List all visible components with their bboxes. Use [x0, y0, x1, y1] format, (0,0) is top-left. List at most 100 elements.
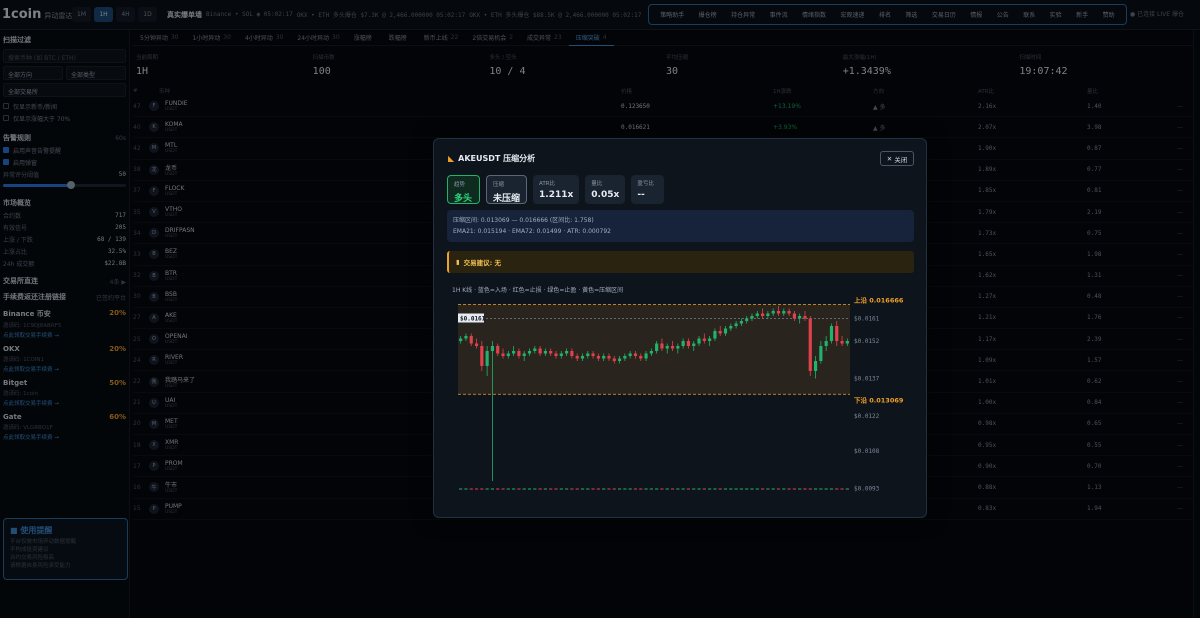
candle-body [522, 353, 526, 356]
volume-bar [649, 488, 653, 490]
badge-label: 量比 [591, 181, 603, 187]
candle-body [745, 318, 749, 321]
candle-body [692, 343, 696, 346]
volume-bar [644, 488, 648, 490]
volume-bar [543, 488, 547, 490]
candle-body [835, 326, 839, 341]
close-button[interactable]: ✕ 关闭 [880, 151, 914, 166]
candle-body [501, 353, 505, 356]
lower-bound-label: 下沿 0.013069 [854, 395, 904, 404]
volume-bar [474, 488, 479, 490]
candle-body [517, 351, 521, 356]
candle-body [639, 356, 643, 359]
candle-body [813, 361, 818, 371]
candle-body [845, 341, 849, 344]
upper-bound-label: 上沿 0.016666 [854, 297, 904, 304]
candle-body [607, 356, 611, 359]
volume-bar [480, 488, 484, 490]
volume-bar [729, 488, 733, 490]
badge-value: 多头 [454, 194, 473, 204]
candle-body [496, 346, 500, 354]
volume-bar [702, 488, 706, 490]
volume-bar [824, 488, 828, 490]
volume-bar [496, 488, 500, 490]
candle-body [697, 338, 701, 344]
candle-body [538, 348, 542, 354]
volume-bar [565, 488, 569, 490]
candle-body [840, 341, 844, 344]
volume-bar [750, 488, 754, 490]
candle-body [782, 311, 786, 314]
volume-bar [639, 488, 643, 490]
volume-bar [739, 488, 743, 490]
volume-bar [586, 488, 590, 490]
volume-bar [527, 488, 532, 490]
candle-body [490, 346, 495, 351]
close-icon: ✕ [886, 154, 893, 163]
volume-bar [485, 488, 489, 490]
candle-body [713, 331, 717, 339]
volume-bar [829, 488, 834, 490]
candle-body [718, 331, 722, 334]
volume-bar [570, 488, 574, 490]
candle-body [596, 356, 600, 359]
candle-body [559, 353, 563, 356]
volume-bar [533, 488, 537, 490]
candle-body [602, 356, 606, 359]
volume-bar [628, 488, 632, 490]
volume-bar [776, 488, 781, 490]
badge-value: 未压缩 [493, 194, 521, 204]
metric-badges: 趋势 多头 压缩 未压缩 ATR比 1.211x 量比 0.05x 盈亏比 -- [447, 175, 665, 204]
volume-bar [660, 488, 664, 490]
volume-bar [596, 488, 600, 490]
volume-bar [681, 488, 685, 490]
volume-bar [459, 488, 463, 490]
candle-body [829, 326, 834, 341]
candle-body [766, 313, 770, 316]
volume-bar [665, 488, 669, 490]
volume-bar [554, 488, 558, 490]
volume-bar [464, 488, 468, 490]
candle-body [808, 318, 812, 371]
volume-bar [708, 488, 712, 490]
volume-bar [766, 488, 770, 490]
candle-body [644, 353, 648, 359]
volume-bar [813, 488, 818, 490]
volume-bar [591, 488, 595, 490]
candle-body [512, 351, 516, 354]
candle-body [655, 343, 659, 351]
candle-body [628, 353, 632, 356]
chart-legend: 1H K线 · 蓝色=入场 · 红色=止损 · 绿色=止盈 · 黄色=压缩区间 [452, 287, 624, 294]
volume-bar [835, 488, 839, 490]
volume-bar [723, 488, 728, 490]
y-tick-label: $0.0093 [854, 486, 880, 493]
candle-body [464, 336, 468, 339]
volume-bar [517, 488, 521, 490]
badge-label: 压缩 [493, 182, 505, 188]
candle-body [506, 353, 510, 356]
y-tick-label: $0.0152 [854, 338, 880, 345]
volume-bar [580, 488, 585, 490]
y-tick-label: $0.0108 [854, 448, 880, 455]
candle-body [565, 351, 569, 354]
volume-bar [761, 488, 765, 490]
current-price-label: $0.0161 [460, 316, 486, 323]
volume-bar [512, 488, 516, 490]
candle-body [676, 346, 680, 349]
candle-body [580, 356, 585, 359]
volume-bar [792, 488, 796, 490]
candle-body [469, 336, 473, 344]
candle-body [803, 316, 807, 319]
volume-bar [670, 488, 675, 490]
candle-body [750, 316, 754, 319]
candle-body [670, 346, 675, 349]
volume-bar [607, 488, 611, 490]
modal-title: ◣ AKEUSDT 压缩分析 [448, 154, 536, 163]
badge-value: 0.05x [591, 190, 620, 200]
candle-body [649, 351, 653, 354]
ema-line: EMA21: 0.015194 · EMA72: 0.01499 · ATR: … [453, 228, 612, 235]
metric-badge: 盈亏比 -- [631, 175, 665, 204]
volume-bar [840, 488, 844, 490]
candle-body [824, 341, 828, 346]
candle-body [549, 351, 553, 354]
